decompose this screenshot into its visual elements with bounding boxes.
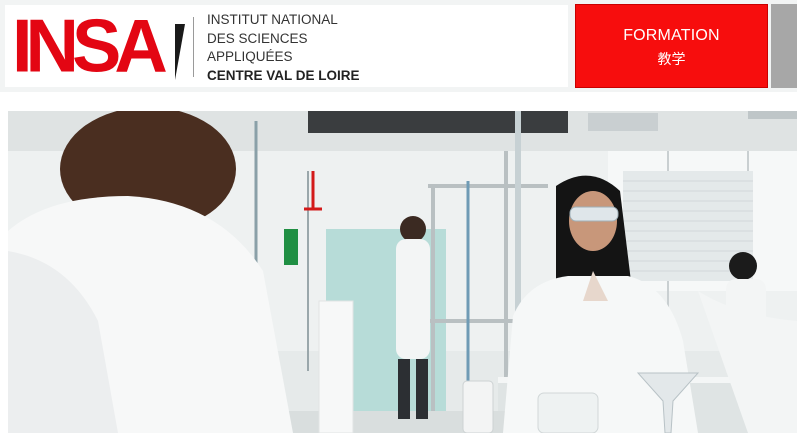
formation-label: FORMATION: [623, 27, 720, 44]
institution-name: INSTITUT NATIONAL DES SCIENCES APPLIQUÉE…: [207, 11, 360, 85]
nav-formation-button[interactable]: FORMATION 教学: [575, 4, 768, 88]
laboratory-illustration: [8, 111, 797, 433]
nav-next-tab[interactable]: [771, 4, 797, 88]
campus-name: CENTRE VAL DE LOIRE: [207, 67, 360, 83]
logo-wedge-icon: [175, 24, 185, 80]
header-divider: [193, 17, 194, 77]
institution-line-3: APPLIQUÉES: [207, 49, 293, 64]
hero-laboratory-image: [8, 111, 797, 433]
insa-logo[interactable]: INSA: [12, 8, 185, 84]
logo-wordmark: INSA: [12, 3, 168, 88]
header-brand-panel: INSA INSTITUT NATIONAL DES SCIENCES APPL…: [5, 5, 568, 87]
institution-line-1: INSTITUT NATIONAL: [207, 12, 338, 27]
site-header: INSA INSTITUT NATIONAL DES SCIENCES APPL…: [0, 0, 797, 92]
institution-line-2: DES SCIENCES: [207, 30, 308, 46]
formation-sublabel: 教学: [657, 52, 686, 68]
